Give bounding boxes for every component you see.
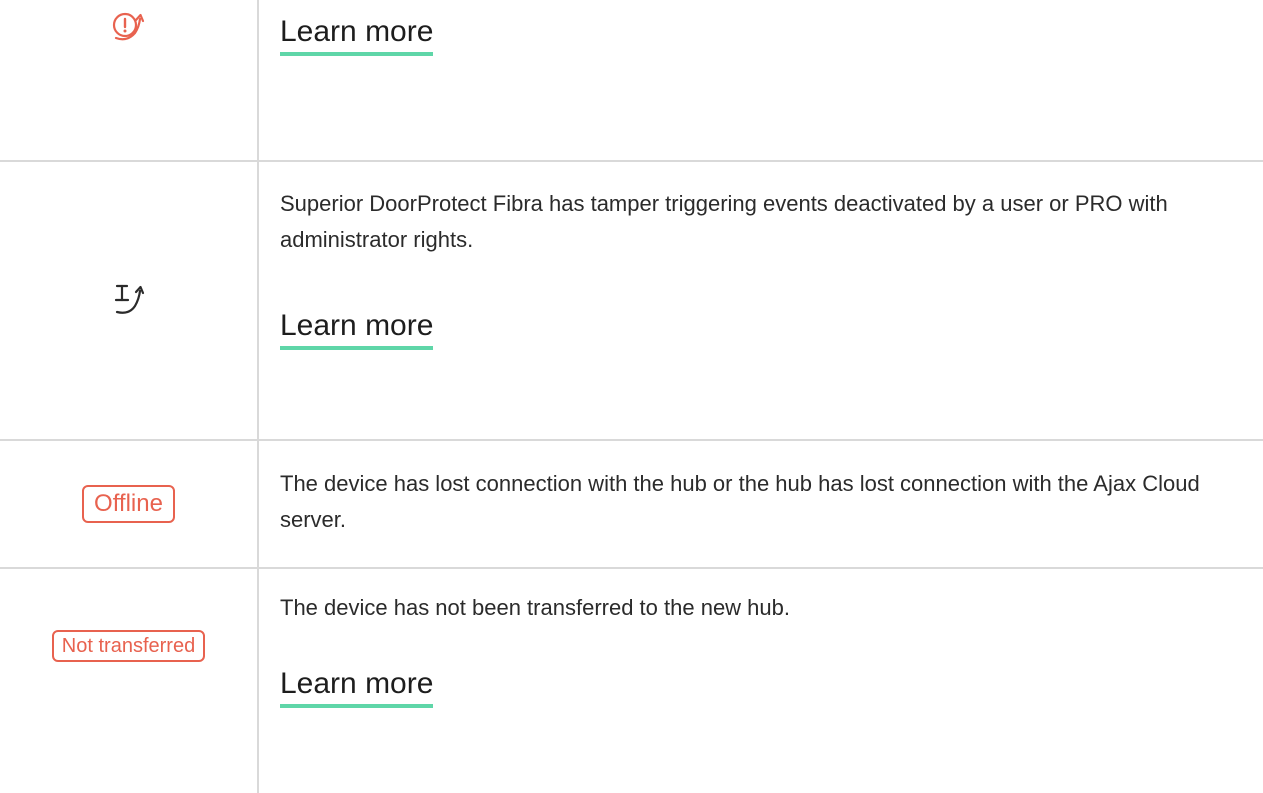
row-description: Superior DoorProtect Fibra has tamper tr…: [280, 191, 1168, 252]
tamper-deactivated-icon: [114, 284, 144, 314]
table-row-icon-cell: Not transferred: [0, 569, 257, 673]
column-divider: [257, 0, 259, 793]
table-row-icon-cell: [0, 160, 257, 439]
row-description: The device has not been transferred to t…: [280, 595, 790, 620]
table-row-desc-cell: Learn more: [280, 14, 1240, 56]
table-row-icon-cell: [0, 0, 257, 50]
table-row-desc-cell: The device has not been transferred to t…: [280, 590, 1240, 708]
learn-more-link[interactable]: Learn more: [280, 308, 434, 350]
tamper-alarm-icon: [112, 12, 144, 41]
not-transferred-badge: Not transferred: [51, 630, 206, 662]
row-description: The device has lost connection with the …: [280, 471, 1200, 532]
table-row-icon-cell: Offline: [0, 441, 257, 567]
table-row-desc-cell: Superior DoorProtect Fibra has tamper tr…: [280, 186, 1240, 350]
learn-more-link[interactable]: Learn more: [280, 666, 434, 708]
table-row-desc-cell: The device has lost connection with the …: [280, 466, 1240, 538]
status-table: Learn more Superior DoorProtect Fibra ha…: [0, 0, 1263, 793]
learn-more-link[interactable]: Learn more: [280, 14, 434, 56]
offline-badge: Offline: [82, 485, 175, 523]
